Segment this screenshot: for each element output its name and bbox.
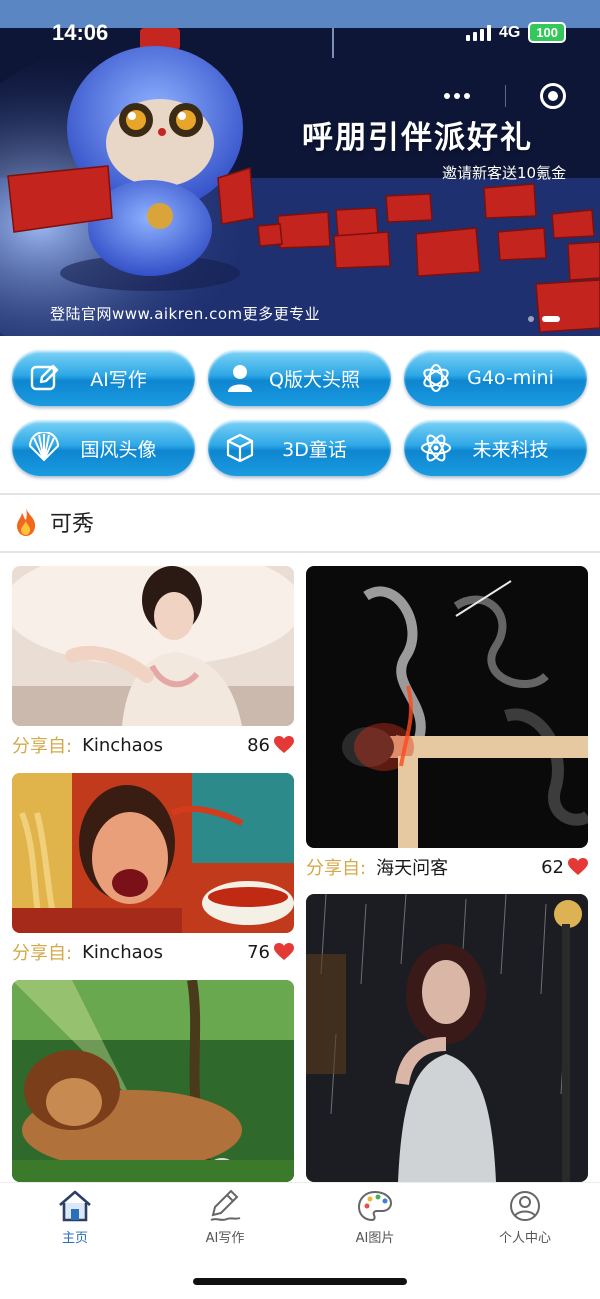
- cube-icon: [226, 433, 254, 463]
- network-label: 4G: [498, 23, 521, 41]
- banner-subtitle: 邀请新客送10氪金: [442, 164, 567, 182]
- tab-profile[interactable]: 个人中心: [450, 1189, 600, 1246]
- feed-image[interactable]: [306, 894, 588, 1182]
- signal-icon: [465, 24, 491, 41]
- status-time: 14:06: [52, 20, 109, 45]
- like-count: 76: [247, 941, 270, 963]
- tab-profile-label: 个人中心: [498, 1231, 551, 1246]
- quick-actions-grid: AI写作 Q版大头照 G4o-mini 国风头像 3D童话 未来科技: [12, 350, 588, 476]
- battery-icon: 100: [528, 22, 566, 43]
- edit-icon: [30, 364, 59, 391]
- divider: [0, 551, 600, 553]
- feed-image[interactable]: [12, 566, 294, 726]
- feed-image[interactable]: [12, 980, 294, 1182]
- pen-icon: [210, 1189, 241, 1221]
- carousel-dot[interactable]: [528, 316, 534, 322]
- feed-card[interactable]: 分享自: Kinchaos 86: [12, 566, 294, 762]
- person-icon: [228, 365, 252, 392]
- share-username[interactable]: Kinchaos: [82, 942, 163, 963]
- feed-meta: 分享自: 海天问客 62: [306, 854, 588, 880]
- share-username[interactable]: 海天问客: [376, 854, 448, 880]
- status-indicators: 4G 100: [465, 22, 566, 43]
- ai-writing-label: AI写作: [90, 368, 147, 391]
- share-prefix: 分享自:: [12, 943, 73, 964]
- tab-ai-writing-label: AI写作: [205, 1231, 245, 1246]
- heart-icon[interactable]: [274, 943, 294, 961]
- banner-footer-text: 登陆官网www.aikren.com更多更专业: [50, 305, 321, 323]
- banner-title: 呼朋引伴派好礼: [302, 120, 533, 156]
- miniprogram-capsule: [420, 76, 578, 116]
- fan-icon: [28, 432, 60, 462]
- g4o-mini-label: G4o-mini: [467, 367, 554, 389]
- feed-card[interactable]: [306, 894, 588, 1182]
- tab-ai-image[interactable]: AI图片: [300, 1189, 450, 1246]
- close-miniprogram-icon[interactable]: [540, 83, 566, 109]
- carousel-dot-active[interactable]: [542, 316, 560, 322]
- palette-icon: [357, 1190, 393, 1222]
- q-avatar-label: Q版大头照: [269, 368, 360, 391]
- divider: [0, 493, 600, 495]
- more-icon[interactable]: [444, 93, 470, 99]
- guofeng-avatar-label: 国风头像: [80, 438, 157, 461]
- tab-home[interactable]: 主页: [0, 1189, 150, 1246]
- capsule-divider: [504, 85, 506, 107]
- feed-card[interactable]: 分享自: 海天问客 62: [306, 566, 588, 882]
- atom-icon: [421, 434, 451, 462]
- heart-icon[interactable]: [568, 858, 588, 876]
- like-count: 62: [541, 856, 564, 878]
- future-tech-button[interactable]: 未来科技: [404, 420, 587, 476]
- promo-banner[interactable]: 14:06 4G 100 呼朋引伴派好礼 邀请新客送10氪金 登陆官网www.a…: [0, 0, 600, 336]
- feed-card[interactable]: 分享自: Kinchaos 76: [12, 773, 294, 969]
- feed-card[interactable]: [12, 980, 294, 1182]
- section-title: 可秀: [50, 512, 95, 537]
- 3d-fairytale-button[interactable]: 3D童话: [208, 420, 391, 476]
- tab-ai-writing[interactable]: AI写作: [150, 1189, 300, 1246]
- user-icon: [510, 1191, 540, 1221]
- section-header: 可秀: [14, 506, 94, 538]
- home-icon: [59, 1190, 91, 1222]
- ai-writing-button[interactable]: AI写作: [12, 350, 195, 406]
- feed-image[interactable]: [306, 566, 588, 848]
- 3d-fairytale-label: 3D童话: [282, 438, 347, 461]
- share-username[interactable]: Kinchaos: [82, 735, 163, 756]
- q-avatar-button[interactable]: Q版大头照: [208, 350, 391, 406]
- future-tech-label: 未来科技: [472, 438, 549, 461]
- share-prefix: 分享自:: [12, 736, 73, 757]
- guofeng-avatar-button[interactable]: 国风头像: [12, 420, 195, 476]
- tab-home-label: 主页: [61, 1231, 88, 1246]
- share-prefix: 分享自:: [306, 858, 367, 879]
- tab-ai-image-label: AI图片: [355, 1231, 395, 1246]
- like-count: 86: [247, 734, 270, 756]
- feed-image[interactable]: [12, 773, 294, 933]
- g4o-mini-button[interactable]: G4o-mini: [404, 350, 587, 406]
- fire-icon: [17, 508, 36, 536]
- feed-meta: 分享自: Kinchaos 86: [12, 732, 294, 758]
- feed-meta: 分享自: Kinchaos 76: [12, 939, 294, 965]
- heart-icon[interactable]: [274, 736, 294, 754]
- status-bar: 14:06 4G 100: [0, 0, 600, 60]
- carousel-indicator: [528, 316, 560, 322]
- home-indicator[interactable]: [193, 1278, 407, 1285]
- openai-icon: [423, 364, 449, 392]
